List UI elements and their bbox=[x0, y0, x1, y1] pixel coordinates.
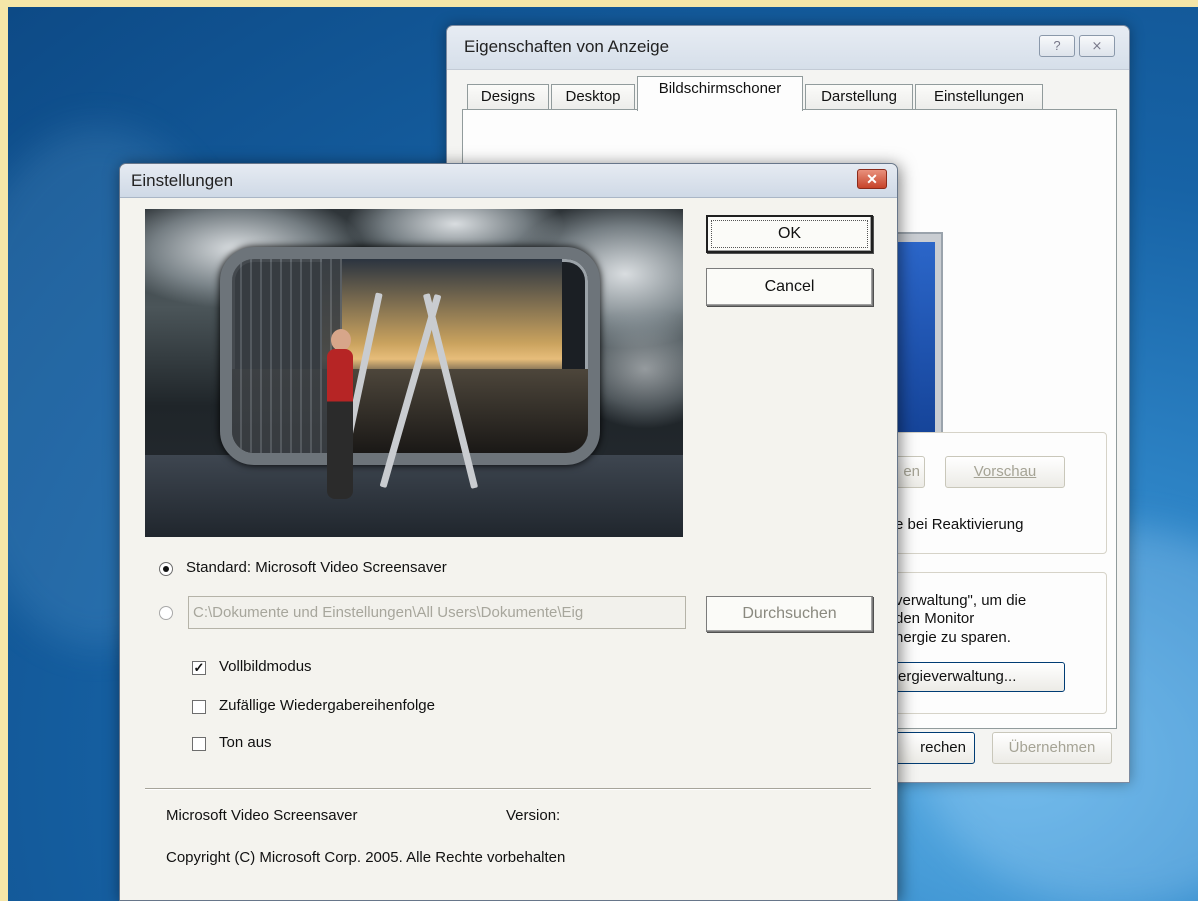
preview-button[interactable]: Vorschau bbox=[945, 456, 1065, 488]
ok-button-label: OK bbox=[777, 225, 802, 242]
energy-text-line2: den Monitor bbox=[895, 610, 975, 627]
screensaver-group bbox=[893, 432, 1107, 554]
picture-frame-shape bbox=[220, 247, 600, 465]
display-properties-titlebar[interactable]: Eigenschaften von Anzeige ? ⨯ bbox=[447, 26, 1129, 70]
checkbox-vollbildmodus[interactable]: ✓ bbox=[192, 661, 206, 675]
copyright-text: Copyright (C) Microsoft Corp. 2005. Alle… bbox=[166, 849, 566, 866]
tab-einstellungen[interactable]: Einstellungen bbox=[915, 84, 1043, 110]
tab-bar: Designs Desktop Bildschirmschoner Darste… bbox=[467, 76, 1107, 111]
painter-head-shape bbox=[331, 329, 351, 351]
version-label: Version: bbox=[506, 807, 561, 824]
screensaver-preview-image bbox=[145, 209, 683, 537]
radio-standard[interactable] bbox=[159, 562, 173, 576]
cityscape-shape bbox=[232, 259, 342, 453]
checkbox-mute-label: Ton aus bbox=[219, 734, 272, 751]
settings-button[interactable]: en bbox=[895, 456, 925, 488]
energy-text-line1: verwaltung", um die bbox=[895, 592, 1027, 609]
apply-button[interactable]: Übernehmen bbox=[992, 732, 1112, 764]
painter-body-shape bbox=[327, 349, 353, 499]
close-icon[interactable]: ✕ bbox=[857, 169, 887, 189]
checkbox-random-order-label: Zufällige Wiedergabereihenfolge bbox=[219, 697, 435, 714]
tab-bildschirmschoner[interactable]: Bildschirmschoner bbox=[637, 76, 803, 111]
tab-desktop[interactable]: Desktop bbox=[551, 84, 635, 110]
tab-designs[interactable]: Designs bbox=[467, 84, 549, 110]
screensaver-settings-dialog: Einstellungen ✕ OK Cancel Standard: Micr… bbox=[119, 163, 898, 901]
browse-button[interactable]: Durchsuchen bbox=[706, 596, 873, 632]
help-button[interactable]: ? bbox=[1039, 35, 1075, 57]
energy-management-button[interactable]: ergieverwaltung... bbox=[895, 662, 1065, 692]
ok-button[interactable]: OK bbox=[706, 215, 873, 253]
floor-shape bbox=[145, 455, 683, 537]
dialog-title: Einstellungen bbox=[131, 171, 234, 190]
dialog-titlebar[interactable]: Einstellungen ✕ bbox=[120, 164, 897, 198]
checkbox-mute[interactable] bbox=[192, 737, 206, 751]
product-name: Microsoft Video Screensaver bbox=[166, 807, 358, 824]
cancel-button-back[interactable]: rechen bbox=[889, 732, 975, 764]
energy-text-line3: nergie zu sparen. bbox=[895, 629, 1011, 646]
desktop-background: Eigenschaften von Anzeige ? ⨯ Designs De… bbox=[8, 7, 1198, 901]
separator bbox=[145, 788, 871, 790]
radio-standard-label: Standard: Microsoft Video Screensaver bbox=[186, 559, 447, 576]
folder-path-field[interactable]: C:\Dokumente und Einstellungen\All Users… bbox=[188, 596, 686, 629]
radio-custom-folder[interactable] bbox=[159, 606, 173, 620]
cancel-button[interactable]: Cancel bbox=[706, 268, 873, 306]
checkbox-vollbildmodus-label: Vollbildmodus bbox=[219, 658, 312, 675]
monitor-preview-screen bbox=[895, 242, 935, 464]
close-button[interactable]: ⨯ bbox=[1079, 35, 1115, 57]
tab-darstellung[interactable]: Darstellung bbox=[805, 84, 913, 110]
checkbox-random-order[interactable] bbox=[192, 700, 206, 714]
window-title: Eigenschaften von Anzeige bbox=[464, 37, 670, 56]
reactivation-text: e bei Reaktivierung bbox=[895, 516, 1024, 533]
